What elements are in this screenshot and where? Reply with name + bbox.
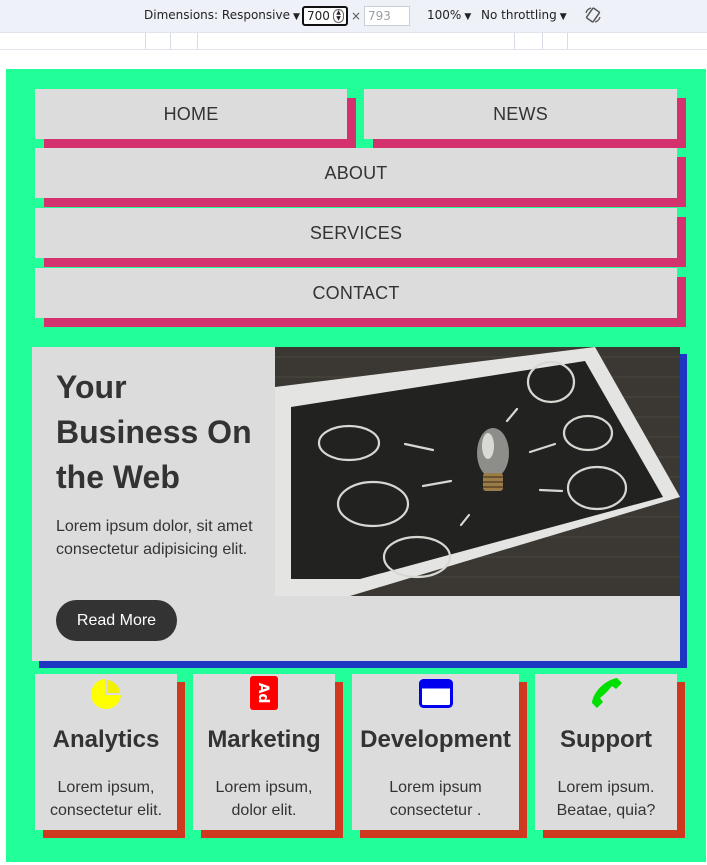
card-title: Marketing <box>207 726 321 753</box>
hero-section: Your Business On the Web Lorem ipsum dol… <box>32 347 687 668</box>
card-panel: Analytics Lorem ipsum, consectetur elit. <box>35 674 177 830</box>
height-placeholder: 793 <box>368 9 391 23</box>
service-card-support: Support Lorem ipsum. Beatae, quia? <box>535 674 685 838</box>
nav-news-label: NEWS <box>364 89 677 139</box>
rotate-icon[interactable] <box>584 6 602 24</box>
hero-text: Lorem ipsum dolor, sit amet consectetur … <box>56 518 253 558</box>
nav-services-label: SERVICES <box>35 208 677 258</box>
service-card-marketing: Ad Marketing Lorem ipsum, dolor elit. <box>193 674 343 838</box>
ad-icon: Ad <box>250 676 278 710</box>
width-value: 700 <box>307 9 330 23</box>
pie-chart-icon <box>91 677 123 709</box>
hero-image <box>275 347 680 596</box>
card-panel: Ad Marketing Lorem ipsum, dolor elit. <box>193 674 335 830</box>
dimensions-dropdown[interactable]: Dimensions: Responsive ▼ <box>144 8 300 22</box>
card-title: Support <box>560 726 652 753</box>
zoom-label: 100% <box>427 8 462 22</box>
media-query-ruler <box>0 32 707 50</box>
nav-services-button[interactable]: SERVICES <box>35 208 686 267</box>
throttling-dropdown[interactable]: No throttling ▼ <box>481 8 567 22</box>
spinner-icon[interactable]: ▲ ▼ <box>333 9 344 23</box>
browser-window-icon <box>418 679 453 708</box>
height-input[interactable]: 793 <box>364 6 410 26</box>
hero-title: Your Business On the Web <box>56 369 252 495</box>
phone-icon <box>592 678 622 708</box>
nav-home-label: HOME <box>35 89 347 139</box>
lightbulb-chalkboard-image <box>275 347 680 596</box>
card-text: Lorem ipsum, consectetur elit. <box>49 779 163 819</box>
svg-text:Ad: Ad <box>255 683 271 704</box>
width-input[interactable]: 700 ▲ ▼ <box>302 6 348 26</box>
throttling-label: No throttling <box>481 8 557 22</box>
card-text: Lorem ipsum, dolor elit. <box>215 779 313 819</box>
card-text: Lorem ipsum consectetur . <box>389 779 482 819</box>
devtools-toolbar: Dimensions: Responsive ▼ 700 ▲ ▼ × 793 100… <box>0 0 707 32</box>
nav-about-button[interactable]: ABOUT <box>35 148 686 207</box>
dimensions-label: Dimensions: Responsive <box>144 8 290 22</box>
chevron-down-icon: ▼ <box>464 12 472 22</box>
card-text: Lorem ipsum. Beatae, quia? <box>556 779 656 819</box>
zoom-dropdown[interactable]: 100% ▼ <box>427 8 471 22</box>
page-viewport: HOME NEWS ABOUT SERVICES CONTACT Your Bu… <box>6 69 706 862</box>
chevron-down-icon: ▼ <box>292 12 300 22</box>
hero-panel: Your Business On the Web Lorem ipsum dol… <box>32 347 680 661</box>
card-title: Development <box>360 726 511 753</box>
nav-about-label: ABOUT <box>35 148 677 198</box>
nav-contact-button[interactable]: CONTACT <box>35 268 686 327</box>
card-panel: Development Lorem ipsum consectetur . <box>352 674 519 830</box>
card-title: Analytics <box>52 726 160 753</box>
nav-contact-label: CONTACT <box>35 268 677 318</box>
service-card-development: Development Lorem ipsum consectetur . <box>352 674 527 838</box>
service-card-analytics: Analytics Lorem ipsum, consectetur elit. <box>35 674 185 838</box>
nav-home-button[interactable]: HOME <box>35 89 356 148</box>
times-sign: × <box>351 9 362 23</box>
nav-news-button[interactable]: NEWS <box>364 89 686 148</box>
card-panel: Support Lorem ipsum. Beatae, quia? <box>535 674 677 830</box>
chevron-down-icon: ▼ <box>559 12 567 22</box>
read-more-button[interactable]: Read More <box>56 600 177 641</box>
